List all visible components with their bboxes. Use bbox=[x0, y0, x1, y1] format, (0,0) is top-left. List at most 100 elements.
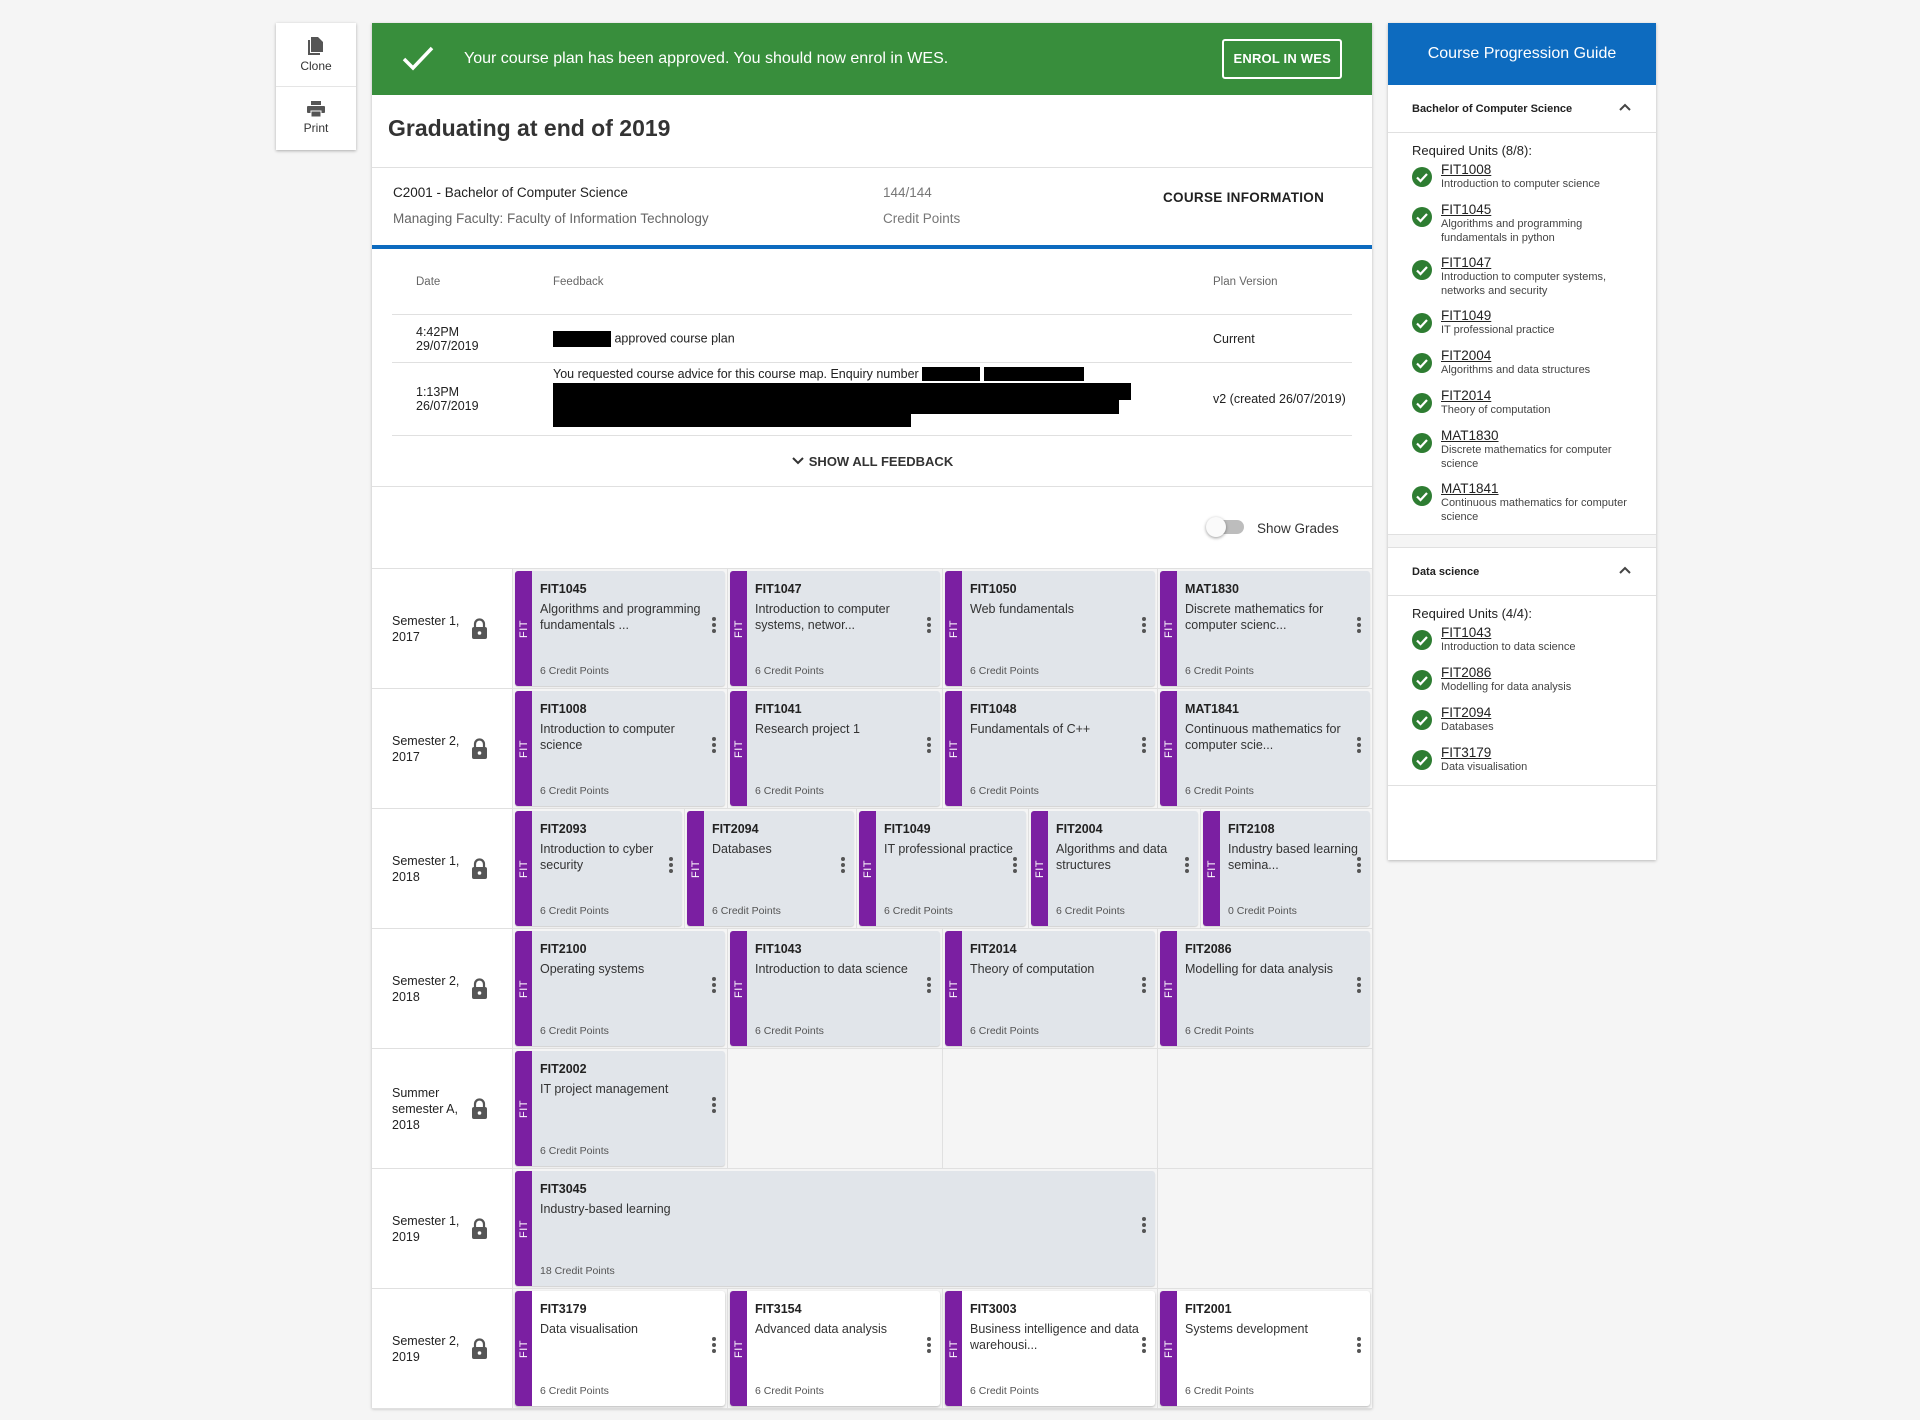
clone-button[interactable]: Clone bbox=[276, 23, 356, 86]
guide-unit-code[interactable]: MAT1830 bbox=[1441, 428, 1636, 443]
unit-slot: FIT FIT2094 Databases 6 Credit Points bbox=[685, 809, 857, 928]
more-options-icon[interactable] bbox=[926, 1337, 932, 1357]
faculty-label: FIT bbox=[517, 979, 530, 998]
more-options-icon[interactable] bbox=[1356, 977, 1362, 997]
more-options-icon[interactable] bbox=[1356, 737, 1362, 757]
guide-unit-code[interactable]: FIT1043 bbox=[1441, 625, 1636, 640]
unit-slot: FIT FIT1008 Introduction to computer scien… bbox=[513, 689, 728, 808]
empty-unit-slot[interactable] bbox=[943, 1049, 1158, 1168]
more-options-icon[interactable] bbox=[1141, 737, 1147, 757]
unit-card[interactable]: FIT FIT2086 Modelling for data analysis 6 C… bbox=[1160, 931, 1370, 1046]
unit-card[interactable]: FIT FIT1048 Fundamentals of C++ 6 Credit Po… bbox=[945, 691, 1155, 806]
print-button[interactable]: Print bbox=[276, 86, 356, 149]
more-options-icon[interactable] bbox=[711, 1337, 717, 1357]
unit-card[interactable]: FIT MAT1841 Continuous mathematics for com… bbox=[1160, 691, 1370, 806]
more-options-icon[interactable] bbox=[1356, 617, 1362, 637]
unit-credit-points: 6 Credit Points bbox=[970, 785, 1039, 797]
more-options-icon[interactable] bbox=[1356, 857, 1362, 877]
more-options-icon[interactable] bbox=[711, 737, 717, 757]
unit-slot: FIT FIT2086 Modelling for data analysis 6 C… bbox=[1158, 929, 1372, 1048]
more-options-icon[interactable] bbox=[1141, 1217, 1147, 1237]
print-label: Print bbox=[303, 121, 329, 135]
semester-row: Semester 2, 2017 FIT FIT1008 Introduction t… bbox=[372, 689, 1372, 809]
enrol-in-wes-button[interactable]: ENROL IN WES bbox=[1222, 39, 1342, 79]
unit-card[interactable]: FIT FIT3003 Business intelligence and data… bbox=[945, 1291, 1155, 1406]
unit-card[interactable]: FIT FIT1050 Web fundamentals 6 Credit Point… bbox=[945, 571, 1155, 686]
feedback-text: approved course plan bbox=[614, 330, 735, 345]
check-icon bbox=[402, 46, 434, 71]
section-divider bbox=[1388, 535, 1656, 548]
more-options-icon[interactable] bbox=[668, 857, 674, 877]
empty-unit-slot[interactable] bbox=[728, 1049, 943, 1168]
guide-title: Course Progression Guide bbox=[1388, 23, 1656, 85]
faculty-label: FIT bbox=[689, 859, 702, 878]
guide-unit-code[interactable]: FIT2014 bbox=[1441, 388, 1636, 403]
unit-code: FIT3003 bbox=[970, 1302, 1017, 1316]
semester-label: Semester 2, 2018 bbox=[372, 929, 513, 1048]
guide-unit-code[interactable]: FIT2004 bbox=[1441, 348, 1636, 363]
guide-unit-code[interactable]: FIT1045 bbox=[1441, 202, 1636, 217]
unit-card[interactable]: FIT FIT1045 Algorithms and programming fun… bbox=[515, 571, 725, 686]
guide-unit-code[interactable]: FIT1008 bbox=[1441, 162, 1636, 177]
guide-section-header[interactable]: Data science bbox=[1388, 548, 1656, 596]
empty-unit-slot[interactable] bbox=[1158, 1049, 1372, 1168]
unit-card[interactable]: FIT MAT1830 Discrete mathematics for compu… bbox=[1160, 571, 1370, 686]
guide-section-header[interactable]: Bachelor of Computer Science bbox=[1388, 85, 1656, 133]
more-options-icon[interactable] bbox=[926, 737, 932, 757]
more-options-icon[interactable] bbox=[711, 977, 717, 997]
guide-unit-code[interactable]: FIT2094 bbox=[1441, 705, 1636, 720]
unit-card[interactable]: FIT FIT1008 Introduction to computer scien… bbox=[515, 691, 725, 806]
more-options-icon[interactable] bbox=[1184, 857, 1190, 877]
lock-icon bbox=[471, 1337, 488, 1363]
more-options-icon[interactable] bbox=[840, 857, 846, 877]
unit-code: FIT2093 bbox=[540, 822, 587, 836]
guide-unit-text: MAT1830 Discrete mathematics for computer… bbox=[1441, 428, 1636, 471]
semester-row: Semester 1, 2017 FIT FIT1045 Algorithms and… bbox=[372, 569, 1372, 689]
guide-unit-code[interactable]: MAT1841 bbox=[1441, 481, 1636, 496]
unit-card[interactable]: FIT FIT3179 Data visualisation 6 Credit Poi… bbox=[515, 1291, 725, 1406]
faculty-label: FIT bbox=[1162, 619, 1175, 638]
unit-card[interactable]: FIT FIT1047 Introduction to computer syste… bbox=[730, 571, 940, 686]
more-options-icon[interactable] bbox=[711, 617, 717, 637]
unit-card[interactable]: FIT FIT1041 Research project 1 6 Credit Poi… bbox=[730, 691, 940, 806]
guide-unit-code[interactable]: FIT3179 bbox=[1441, 745, 1636, 760]
course-information-link[interactable]: COURSE INFORMATION bbox=[1163, 185, 1324, 228]
more-options-icon[interactable] bbox=[1141, 1337, 1147, 1357]
faculty-label: FIT bbox=[517, 859, 530, 878]
unit-card[interactable]: FIT FIT3154 Advanced data analysis 6 Credit… bbox=[730, 1291, 940, 1406]
unit-code: FIT3045 bbox=[540, 1182, 587, 1196]
more-options-icon[interactable] bbox=[1012, 857, 1018, 877]
show-all-feedback-button[interactable]: SHOW ALL FEEDBACK bbox=[372, 436, 1372, 487]
unit-card[interactable]: FIT FIT2094 Databases 6 Credit Points bbox=[687, 811, 854, 926]
guide-unit-code[interactable]: FIT1047 bbox=[1441, 255, 1636, 270]
unit-slot: FIT FIT1041 Research project 1 6 Credit Poi… bbox=[728, 689, 943, 808]
unit-card[interactable]: FIT FIT2004 Algorithms and data structures… bbox=[1031, 811, 1198, 926]
check-circle-icon bbox=[1412, 705, 1441, 735]
faculty-stripe: FIT bbox=[1160, 931, 1177, 1046]
more-options-icon[interactable] bbox=[1141, 617, 1147, 637]
unit-card[interactable]: FIT FIT2093 Introduction to cyber security… bbox=[515, 811, 682, 926]
more-options-icon[interactable] bbox=[1356, 1337, 1362, 1357]
more-options-icon[interactable] bbox=[926, 977, 932, 997]
plan-version: Current bbox=[1213, 331, 1255, 346]
unit-card[interactable]: FIT FIT2014 Theory of computation 6 Credit … bbox=[945, 931, 1155, 1046]
more-options-icon[interactable] bbox=[1141, 977, 1147, 997]
unit-card[interactable]: FIT FIT2001 Systems development 6 Credit Po… bbox=[1160, 1291, 1370, 1406]
unit-card[interactable]: FIT FIT1049 IT professional practice 6 Cred… bbox=[859, 811, 1026, 926]
guide-unit-code[interactable]: FIT1049 bbox=[1441, 308, 1636, 323]
unit-card[interactable]: FIT FIT2002 IT project management 6 Credit … bbox=[515, 1051, 725, 1166]
plan-version: v2 (created 26/07/2019) bbox=[1213, 392, 1346, 406]
more-options-icon[interactable] bbox=[711, 1097, 717, 1117]
unit-card[interactable]: FIT FIT1043 Introduction to data science 6 … bbox=[730, 931, 940, 1046]
more-options-icon[interactable] bbox=[926, 617, 932, 637]
guide-unit-text: FIT2004 Algorithms and data structures bbox=[1441, 348, 1636, 378]
unit-card[interactable]: FIT FIT2100 Operating systems 6 Credit Poin… bbox=[515, 931, 725, 1046]
faculty-label: FIT bbox=[517, 1339, 530, 1358]
guide-unit-code[interactable]: FIT2086 bbox=[1441, 665, 1636, 680]
show-grades-toggle[interactable] bbox=[1206, 517, 1244, 537]
unit-card[interactable]: FIT FIT3045 Industry-based learning 18 Cred… bbox=[515, 1171, 1155, 1286]
unit-card[interactable]: FIT FIT2108 Industry based learning semina… bbox=[1203, 811, 1370, 926]
empty-unit-slot[interactable] bbox=[1157, 1169, 1372, 1288]
unit-name: Algorithms and data structures bbox=[1056, 842, 1168, 872]
redacted-text bbox=[553, 330, 611, 347]
